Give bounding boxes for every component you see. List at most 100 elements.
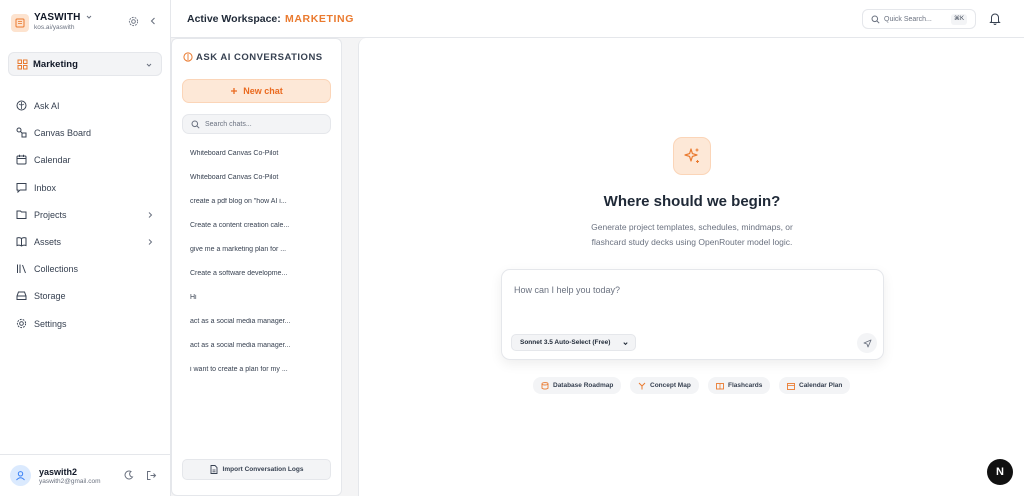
avatar[interactable] [10, 465, 31, 486]
chip-label: Concept Map [650, 382, 691, 389]
prompt-card: Sonnet 3.5 Auto-Select (Free) [501, 269, 884, 360]
file-icon [210, 465, 218, 474]
active-workspace-label: Active Workspace: [187, 13, 281, 25]
bell-icon[interactable] [989, 12, 1001, 25]
suggestion-chip-concept-map[interactable]: Concept Map [630, 377, 699, 394]
sidebar-item-label: Collections [34, 264, 79, 274]
shortcut-badge: ⌘K [950, 14, 967, 25]
main-area: Where should we begin? Generate project … [358, 38, 1024, 496]
conversation-item[interactable]: i want to create a plan for my ... [190, 366, 320, 373]
brain-icon [16, 100, 27, 111]
suggestion-chip-calendar-plan[interactable]: Calendar Plan [779, 377, 851, 394]
sidebar-item-storage[interactable]: Storage [8, 285, 162, 307]
sidebar-item-label: Ask AI [34, 101, 60, 111]
sidebar-item-label: Assets [34, 237, 62, 247]
chat-search-input[interactable]: Search chats... [182, 114, 331, 134]
new-chat-label: New chat [243, 86, 283, 96]
workspace-handle: kos.ai/yaswith [34, 24, 75, 31]
sidebar-item-ask-ai[interactable]: Ask AI [8, 95, 162, 117]
send-icon [863, 339, 871, 347]
storage-icon [16, 290, 27, 301]
chat-search-placeholder: Search chats... [205, 120, 252, 128]
new-chat-button[interactable]: New chat [182, 79, 331, 103]
hero-subtitle-line: flashcard study decks using OpenRouter m… [591, 237, 793, 247]
quick-search-placeholder: Quick Search... [884, 15, 932, 23]
calendar-icon [16, 154, 27, 165]
hero-title: Where should we begin? [603, 193, 781, 210]
chevron-right-icon [146, 211, 154, 219]
chip-label: Calendar Plan [799, 382, 843, 389]
conversations-panel: ASK AI CONVERSATIONS New chat Search cha… [171, 38, 342, 496]
sidebar-item-label: Canvas Board [34, 128, 92, 138]
conversation-item[interactable]: Create a software developme... [190, 270, 320, 277]
sidebar-item-label: Storage [34, 291, 66, 301]
branch-icon [638, 382, 646, 390]
workspace-logo-icon [11, 14, 29, 32]
brain-icon [183, 52, 193, 62]
conversation-item[interactable]: create a pdf blog on "how AI i... [190, 198, 320, 205]
workspace-header[interactable]: YASWITH kos.ai/yaswith [11, 11, 161, 35]
sidebar: YASWITH kos.ai/yaswith Marketing Ask AI … [0, 0, 171, 496]
folder-icon [16, 209, 27, 220]
hero-subtitle-line: Generate project templates, schedules, m… [591, 222, 793, 232]
hero-subtitle: Generate project templates, schedules, m… [359, 220, 1024, 250]
gear-icon [16, 318, 27, 329]
chevron-down-icon [622, 340, 629, 347]
user-profile: yaswith2 yaswith2@gmail.com [0, 454, 171, 496]
sparkles-icon [673, 137, 711, 175]
conversation-item[interactable]: Whiteboard Canvas Co-Pilot [190, 150, 320, 157]
moon-icon[interactable] [124, 470, 134, 480]
conversation-item[interactable]: act as a social media manager... [190, 342, 320, 349]
quick-search[interactable]: Quick Search... ⌘K [862, 9, 976, 29]
calendar-icon [787, 382, 795, 390]
canvas-icon [16, 127, 27, 138]
workspace-name: YASWITH [34, 12, 81, 23]
sidebar-item-label: Projects [34, 210, 67, 220]
suggestion-chip-database-roadmap[interactable]: Database Roadmap [533, 377, 622, 394]
search-icon [871, 15, 880, 24]
user-email: yaswith2@gmail.com [39, 478, 101, 485]
grid-icon [17, 59, 28, 70]
sidebar-item-canvas-board[interactable]: Canvas Board [8, 122, 162, 144]
sidebar-item-label: Inbox [34, 183, 57, 193]
chevron-down-icon [145, 61, 153, 69]
sidebar-item-label: Settings [34, 319, 67, 329]
n-badge[interactable]: N [987, 459, 1013, 485]
model-select[interactable]: Sonnet 3.5 Auto-Select (Free) [511, 334, 636, 351]
sidebar-item-assets[interactable]: Assets [8, 231, 162, 253]
top-bar: Active Workspace: MARKETING Quick Search… [171, 0, 1024, 38]
book-icon [16, 236, 27, 247]
plus-icon [230, 87, 238, 95]
chip-label: Flashcards [728, 382, 763, 389]
sidebar-item-collections[interactable]: Collections [8, 258, 162, 280]
sidebar-item-projects[interactable]: Projects [8, 204, 162, 226]
send-button[interactable] [857, 333, 877, 353]
conversation-item[interactable]: give me a marketing plan for ... [190, 246, 320, 253]
active-workspace-name: MARKETING [285, 13, 354, 25]
chevron-down-icon [85, 13, 93, 21]
user-icon [16, 471, 25, 481]
logout-icon[interactable] [146, 470, 157, 481]
conversation-item[interactable]: Create a content creation cale... [190, 222, 320, 229]
chip-label: Database Roadmap [553, 382, 614, 389]
user-name: yaswith2 [39, 467, 78, 477]
import-conversation-logs-button[interactable]: Import Conversation Logs [182, 459, 331, 480]
import-label: Import Conversation Logs [222, 466, 304, 473]
conversation-item[interactable]: Whiteboard Canvas Co-Pilot [190, 174, 320, 181]
conversation-item[interactable]: Hi [190, 294, 320, 301]
prompt-input[interactable] [514, 280, 869, 300]
database-icon [541, 381, 549, 390]
sidebar-item-calendar[interactable]: Calendar [8, 149, 162, 171]
gear-icon[interactable] [128, 16, 139, 27]
suggestion-chip-flashcards[interactable]: Flashcards [708, 377, 771, 394]
collapse-sidebar-icon[interactable] [148, 16, 158, 26]
message-icon [16, 182, 27, 193]
library-icon [16, 263, 27, 274]
sidebar-item-inbox[interactable]: Inbox [8, 177, 162, 199]
sidebar-item-settings[interactable]: Settings [8, 313, 162, 335]
search-icon [191, 120, 200, 129]
sidebar-item-label: Calendar [34, 155, 71, 165]
space-selector[interactable]: Marketing [8, 52, 162, 76]
conversation-item[interactable]: act as a social media manager... [190, 318, 320, 325]
conversations-title: ASK AI CONVERSATIONS [196, 52, 323, 63]
